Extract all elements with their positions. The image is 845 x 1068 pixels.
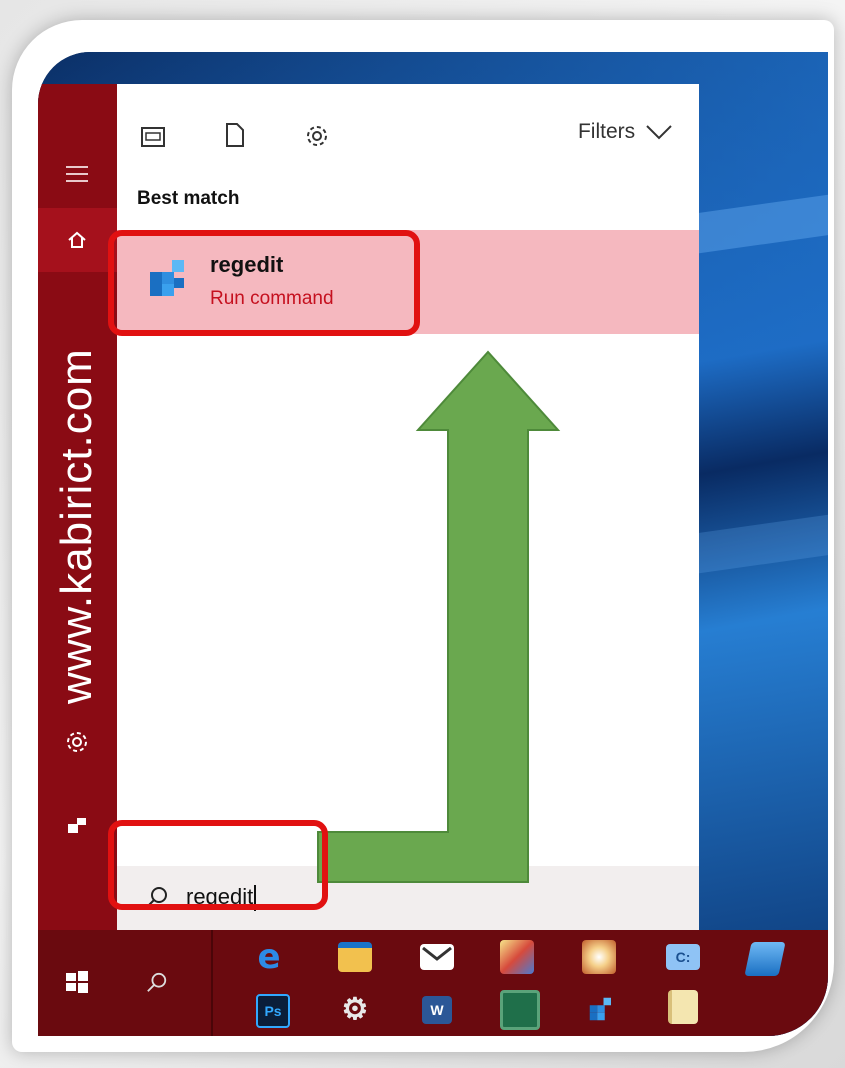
best-match-heading: Best match bbox=[137, 188, 240, 209]
start-search-panel: Filters Best match regedit Run command r… bbox=[117, 84, 699, 930]
notes-scroll-icon[interactable] bbox=[668, 990, 698, 1024]
filters-dropdown[interactable]: Filters bbox=[578, 120, 673, 144]
paint-icon[interactable] bbox=[500, 940, 534, 974]
document-icon[interactable] bbox=[225, 122, 245, 148]
settings-icon[interactable] bbox=[65, 730, 89, 754]
regedit-taskbar-icon[interactable] bbox=[584, 992, 618, 1026]
taskbar: e C: Ps ⚙ W bbox=[38, 930, 828, 1036]
file-explorer-icon[interactable] bbox=[338, 942, 372, 972]
regedit-icon bbox=[589, 997, 611, 1021]
control-panel-icon[interactable]: C: bbox=[666, 944, 700, 970]
mail-icon[interactable] bbox=[420, 944, 454, 970]
edge-icon[interactable]: e bbox=[252, 937, 286, 977]
computer-icon[interactable] bbox=[744, 942, 786, 976]
word-label: W bbox=[430, 1002, 444, 1018]
documents-filter-icon[interactable] bbox=[141, 126, 165, 148]
chevron-down-icon bbox=[646, 125, 672, 140]
start-left-rail: www.kabirict.com bbox=[38, 84, 117, 930]
envelope-icon bbox=[422, 947, 452, 961]
paint-brush-icon[interactable] bbox=[582, 940, 616, 974]
start-windows-icon[interactable] bbox=[65, 970, 89, 994]
photoshop-icon[interactable]: Ps bbox=[256, 994, 290, 1028]
screen: www.kabirict.com Filters Best match rege… bbox=[38, 52, 828, 1036]
settings-filter-icon[interactable] bbox=[305, 124, 329, 148]
annotation-box-result bbox=[108, 230, 420, 336]
word-icon[interactable]: W bbox=[422, 996, 452, 1024]
photoshop-label: Ps bbox=[264, 1003, 282, 1019]
filters-label: Filters bbox=[577, 120, 636, 143]
watermark-text: www.kabirict.com bbox=[52, 348, 101, 704]
network-game-icon[interactable] bbox=[500, 990, 540, 1030]
taskbar-separator bbox=[211, 930, 213, 1036]
annotation-box-search bbox=[108, 820, 328, 910]
settings-gears-icon[interactable]: ⚙ bbox=[338, 992, 372, 1026]
user-account-icon[interactable] bbox=[65, 814, 89, 838]
taskbar-search-icon[interactable] bbox=[146, 972, 168, 994]
hamburger-menu-icon[interactable] bbox=[66, 166, 88, 187]
